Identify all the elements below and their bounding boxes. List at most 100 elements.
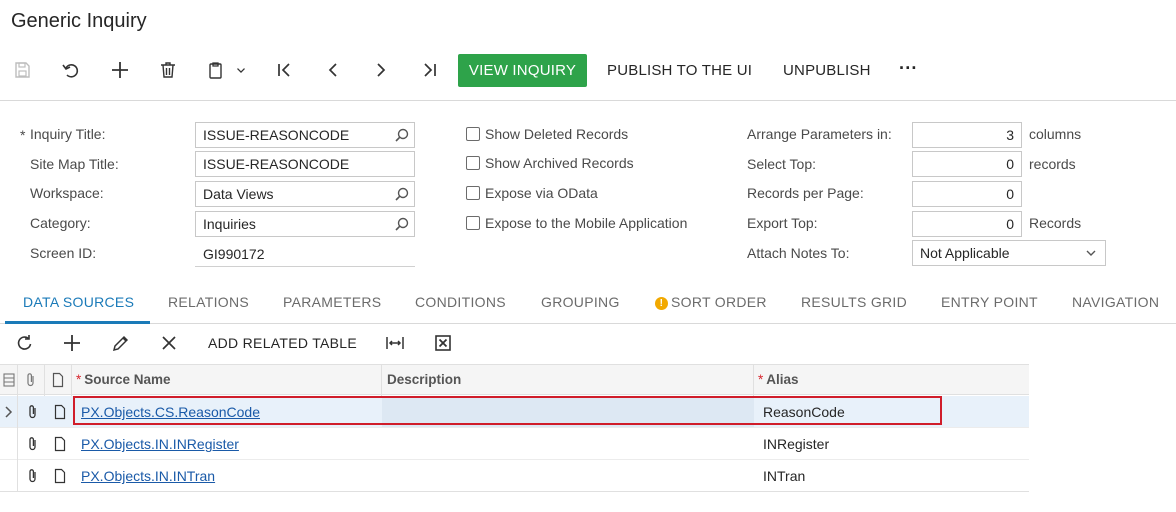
tab-relations[interactable]: RELATIONS <box>168 294 249 310</box>
tab-data-sources[interactable]: DATA SOURCES <box>23 294 134 310</box>
required-marker: * <box>758 372 764 387</box>
refresh-icon[interactable] <box>14 332 36 354</box>
attachment-icon[interactable] <box>26 436 40 452</box>
row-selector-icon[interactable] <box>3 372 15 388</box>
add-related-table-button[interactable]: ADD RELATED TABLE <box>208 335 357 351</box>
grid-bottom-border <box>0 491 1029 492</box>
last-record-icon[interactable] <box>418 58 442 82</box>
tab-sort-order[interactable]: ! SORT ORDER <box>655 294 767 310</box>
publish-button[interactable]: PUBLISH TO THE UI <box>607 54 752 87</box>
tab-parameters[interactable]: PARAMETERS <box>283 294 381 310</box>
tab-results-grid[interactable]: RESULTS GRID <box>801 294 907 310</box>
add-row-icon[interactable] <box>61 332 83 354</box>
checkbox-box[interactable] <box>466 127 480 141</box>
required-marker: * <box>20 127 26 143</box>
export-top-field[interactable]: 0 <box>912 211 1022 237</box>
records-per-page-field[interactable]: 0 <box>912 181 1022 207</box>
previous-record-icon[interactable] <box>321 58 345 82</box>
column-divider <box>381 365 382 396</box>
tab-entry-point[interactable]: ENTRY POINT <box>941 294 1038 310</box>
expose-odata-checkbox[interactable]: Expose via OData <box>466 185 598 201</box>
arrange-params-label: Arrange Parameters in: <box>747 126 892 142</box>
column-divider <box>71 365 72 396</box>
column-header-description[interactable]: Description <box>387 372 461 387</box>
save-icon[interactable] <box>10 58 34 82</box>
tab-conditions[interactable]: CONDITIONS <box>415 294 506 310</box>
view-inquiry-button[interactable]: VIEW INQUIRY <box>458 54 587 87</box>
description-cell[interactable] <box>382 428 754 459</box>
copy-paste-icon[interactable] <box>204 58 228 82</box>
undo-icon[interactable] <box>59 58 83 82</box>
tab-grouping[interactable]: GROUPING <box>541 294 620 310</box>
category-field[interactable]: Inquiries <box>195 211 415 237</box>
expose-mobile-checkbox[interactable]: Expose to the Mobile Application <box>466 215 687 231</box>
checkbox-label: Expose to the Mobile Application <box>485 215 688 231</box>
description-cell[interactable] <box>382 460 754 491</box>
warning-icon: ! <box>655 297 668 310</box>
export-excel-icon[interactable] <box>432 332 454 354</box>
table-row[interactable]: PX.Objects.IN.INRegister INRegister <box>0 428 1029 460</box>
checkbox-box[interactable] <box>466 186 480 200</box>
note-icon[interactable] <box>53 468 67 484</box>
attach-notes-select[interactable]: Not Applicable <box>912 240 1106 266</box>
workspace-value: Data Views <box>203 186 274 202</box>
site-map-title-value: ISSUE-REASONCODE <box>203 156 350 172</box>
arrange-params-suffix: columns <box>1029 126 1082 142</box>
first-record-icon[interactable] <box>272 58 296 82</box>
inquiry-title-field[interactable]: ISSUE-REASONCODE <box>195 122 415 148</box>
search-icon[interactable] <box>394 127 410 143</box>
search-icon[interactable] <box>394 186 410 202</box>
attachment-icon[interactable] <box>26 404 40 420</box>
source-name-link[interactable]: PX.Objects.IN.INRegister <box>81 436 239 452</box>
column-header-source-name[interactable]: * Source Name <box>76 372 171 387</box>
attachment-icon[interactable] <box>26 468 40 484</box>
records-per-page-label: Records per Page: <box>747 185 864 201</box>
source-name-link[interactable]: PX.Objects.IN.INTran <box>81 468 215 484</box>
required-marker: * <box>76 372 82 387</box>
edit-icon[interactable] <box>110 332 132 354</box>
unpublish-button[interactable]: UNPUBLISH <box>783 54 871 87</box>
highlight-annotation-box <box>73 396 942 425</box>
export-top-suffix: Records <box>1029 215 1082 231</box>
export-top-label: Export Top: <box>747 215 818 231</box>
arrange-params-field[interactable]: 3 <box>912 122 1022 148</box>
table-row[interactable]: PX.Objects.IN.INTran INTran <box>0 460 1029 492</box>
tab-bar: DATA SOURCES RELATIONS PARAMETERS CONDIT… <box>0 286 1176 324</box>
column-header-alias[interactable]: * Alias <box>758 372 799 387</box>
attach-notes-label: Attach Notes To: <box>747 245 850 261</box>
add-icon[interactable] <box>108 58 132 82</box>
delete-icon[interactable] <box>156 58 180 82</box>
note-icon[interactable] <box>53 404 67 420</box>
grid-header: * Source Name Description * Alias <box>0 364 1029 396</box>
checkbox-label: Expose via OData <box>485 185 598 201</box>
fit-columns-icon[interactable] <box>384 332 406 354</box>
toolbar-divider <box>0 100 1176 101</box>
chevron-down-icon[interactable] <box>230 58 252 82</box>
show-archived-checkbox[interactable]: Show Archived Records <box>466 155 634 171</box>
column-divider <box>753 365 754 396</box>
alias-cell[interactable]: INTran <box>763 468 805 484</box>
note-icon[interactable] <box>53 436 67 452</box>
delete-row-icon[interactable] <box>158 332 180 354</box>
screen-id-label: Screen ID: <box>30 245 97 261</box>
alias-cell[interactable]: INRegister <box>763 436 829 452</box>
workspace-field[interactable]: Data Views <box>195 181 415 207</box>
chevron-down-icon[interactable] <box>1085 247 1097 259</box>
column-divider <box>44 365 45 396</box>
checkbox-box[interactable] <box>466 216 480 230</box>
category-value: Inquiries <box>203 216 256 232</box>
note-icon <box>52 372 64 388</box>
inquiry-title-value: ISSUE-REASONCODE <box>203 127 350 143</box>
site-map-title-field[interactable]: ISSUE-REASONCODE <box>195 151 415 177</box>
next-record-icon[interactable] <box>369 58 393 82</box>
tab-navigation[interactable]: NAVIGATION <box>1072 294 1159 310</box>
select-top-suffix: records <box>1029 156 1076 172</box>
site-map-title-label: Site Map Title: <box>30 156 119 172</box>
more-actions-button[interactable]: ··· <box>899 52 918 85</box>
show-deleted-checkbox[interactable]: Show Deleted Records <box>466 126 628 142</box>
checkbox-box[interactable] <box>466 156 480 170</box>
active-tab-indicator <box>5 321 150 324</box>
attach-notes-value: Not Applicable <box>920 245 1010 261</box>
search-icon[interactable] <box>394 216 410 232</box>
select-top-field[interactable]: 0 <box>912 151 1022 177</box>
